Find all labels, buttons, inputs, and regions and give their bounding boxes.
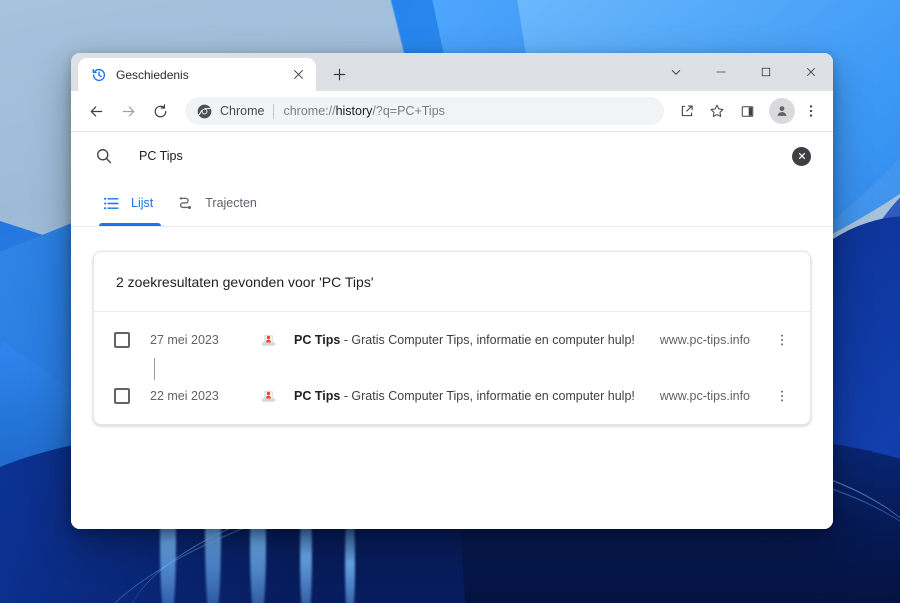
row-domain: www.pc-tips.info xyxy=(660,389,750,403)
tab-title: Geschiedenis xyxy=(116,68,290,82)
chrome-menu-icon[interactable] xyxy=(797,97,825,125)
row-title-rest: - Gratis Computer Tips, informatie en co… xyxy=(340,389,635,403)
reload-button[interactable] xyxy=(145,96,175,126)
url-highlight: history xyxy=(336,104,373,118)
maximize-button[interactable] xyxy=(743,53,788,91)
new-tab-button[interactable] xyxy=(325,60,353,88)
site-favicon-icon xyxy=(260,332,277,349)
profile-avatar[interactable] xyxy=(769,98,795,124)
tab-trajecten[interactable]: Trajecten xyxy=(167,180,271,226)
url-prefix: chrome:// xyxy=(283,104,335,118)
address-bar[interactable]: Chrome chrome://history/?q=PC+Tips xyxy=(185,97,664,125)
tab-search-button[interactable] xyxy=(653,53,698,91)
window-controls xyxy=(653,53,833,91)
browser-window: Geschiedenis xyxy=(71,53,833,529)
row-date: 27 mei 2023 xyxy=(150,333,254,347)
row-checkbox[interactable] xyxy=(114,388,130,404)
clear-search-button[interactable] xyxy=(792,147,811,166)
close-icon[interactable] xyxy=(290,66,307,83)
row-title-bold: PC Tips xyxy=(294,389,340,403)
results-area: 2 zoekresultaten gevonden voor 'PC Tips'… xyxy=(71,227,833,529)
browser-tab-geschiedenis[interactable]: Geschiedenis xyxy=(78,58,316,91)
back-button[interactable] xyxy=(81,96,111,126)
history-icon xyxy=(91,67,107,83)
tab-strip: Geschiedenis xyxy=(71,53,833,91)
omnibox-url: chrome://history/?q=PC+Tips xyxy=(283,104,444,118)
site-favicon-icon xyxy=(260,388,277,405)
history-page: PC Tips xyxy=(71,132,833,529)
row-title[interactable]: PC Tips - Gratis Computer Tips, informat… xyxy=(294,333,648,347)
row-domain: www.pc-tips.info xyxy=(660,333,750,347)
history-search-bar[interactable]: PC Tips xyxy=(71,132,833,180)
table-row[interactable]: 22 mei 2023 PC Tips - Gratis Computer Ti… xyxy=(94,368,810,424)
list-icon xyxy=(103,195,120,212)
row-date: 22 mei 2023 xyxy=(150,389,254,403)
row-more-actions-icon[interactable] xyxy=(768,382,796,410)
share-icon[interactable] xyxy=(673,97,701,125)
row-title-rest: - Gratis Computer Tips, informatie en co… xyxy=(340,333,635,347)
row-title[interactable]: PC Tips - Gratis Computer Tips, informat… xyxy=(294,389,648,403)
bookmark-star-icon[interactable] xyxy=(703,97,731,125)
row-checkbox[interactable] xyxy=(114,332,130,348)
row-title-bold: PC Tips xyxy=(294,333,340,347)
side-panel-icon[interactable] xyxy=(733,97,761,125)
forward-button[interactable] xyxy=(113,96,143,126)
search-input[interactable]: PC Tips xyxy=(139,149,792,163)
tab-trajecten-label: Trajecten xyxy=(205,196,257,210)
results-card: 2 zoekresultaten gevonden voor 'PC Tips'… xyxy=(93,251,811,425)
history-view-tabs: Lijst Trajecten xyxy=(71,180,833,227)
omnibox-separator xyxy=(273,104,274,119)
tab-lijst-label: Lijst xyxy=(131,196,153,210)
browser-toolbar: Chrome chrome://history/?q=PC+Tips xyxy=(71,91,833,132)
url-suffix: /?q=PC+Tips xyxy=(372,104,445,118)
omnibox-chip-label: Chrome xyxy=(220,104,264,118)
row-more-actions-icon[interactable] xyxy=(768,326,796,354)
chrome-logo-icon xyxy=(197,104,212,119)
close-window-button[interactable] xyxy=(788,53,833,91)
minimize-button[interactable] xyxy=(698,53,743,91)
table-row[interactable]: 27 mei 2023 PC Tips - Gratis Computer Ti… xyxy=(94,312,810,368)
tab-lijst[interactable]: Lijst xyxy=(93,180,167,226)
journeys-icon xyxy=(177,195,194,212)
search-icon xyxy=(95,147,113,165)
desktop-wallpaper: Geschiedenis xyxy=(0,0,900,603)
results-header: 2 zoekresultaten gevonden voor 'PC Tips' xyxy=(94,252,810,312)
